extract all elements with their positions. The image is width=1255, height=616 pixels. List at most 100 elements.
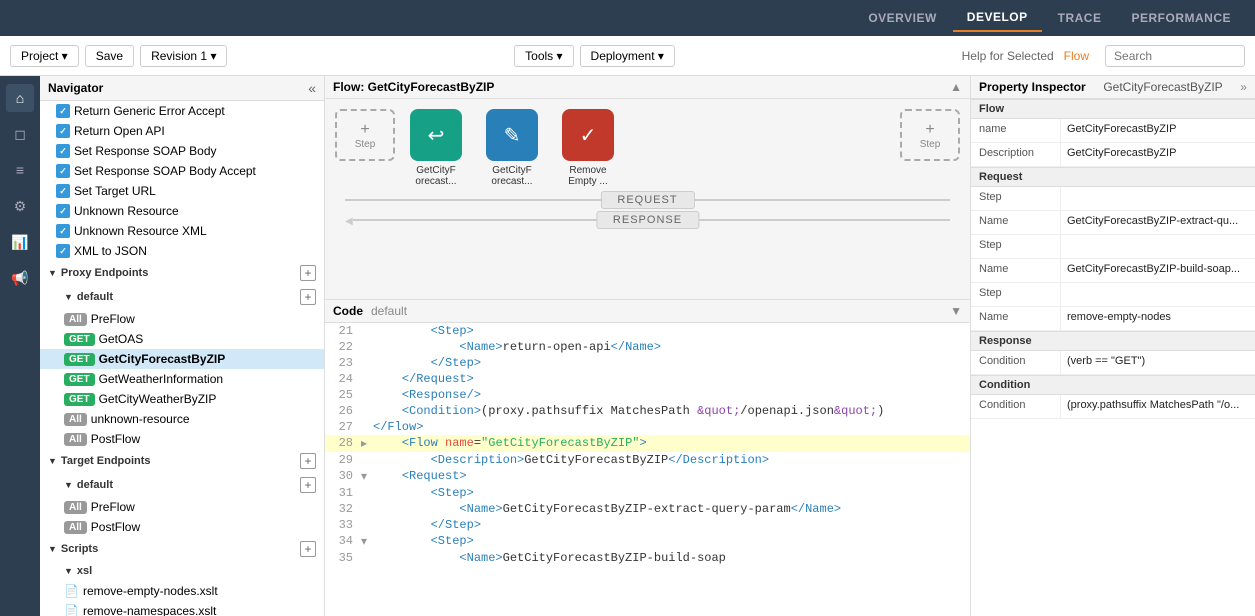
flow-collapse-button[interactable]: ▲ bbox=[950, 80, 962, 94]
toolbar: Project ▾ Save Revision 1 ▾ Tools ▾ Depl… bbox=[0, 36, 1255, 76]
proxy-endpoints-section[interactable]: ▼ Proxy Endpoints + bbox=[40, 261, 324, 285]
navigator-content: ✓ Return Generic Error Accept ✓ Return O… bbox=[40, 101, 324, 616]
nav-item-unknown-resource-xml[interactable]: ✓ Unknown Resource XML bbox=[40, 221, 324, 241]
code-line-28: 28 ▸ <Flow name="GetCityForecastByZIP"> bbox=[325, 435, 970, 452]
badge-getcityforecastbyzip: GET bbox=[64, 353, 95, 366]
property-row-description: Description GetCityForecastByZIP bbox=[971, 143, 1255, 167]
step3-icon[interactable]: ✓ bbox=[562, 109, 614, 161]
request-line-right bbox=[651, 199, 950, 201]
search-input[interactable] bbox=[1105, 45, 1245, 67]
save-button[interactable]: Save bbox=[85, 45, 134, 67]
revision-button[interactable]: Revision 1 ▾ bbox=[140, 45, 227, 67]
step2-label: GetCityForecast... bbox=[491, 165, 532, 187]
nav-item-preflow[interactable]: All PreFlow bbox=[40, 309, 324, 329]
nav-item-set-target-url[interactable]: ✓ Set Target URL bbox=[40, 181, 324, 201]
proxy-default-add-button[interactable]: + bbox=[300, 289, 316, 305]
project-button[interactable]: Project ▾ bbox=[10, 45, 79, 67]
code-collapse-button[interactable]: ▼ bbox=[950, 304, 962, 318]
nav-item-return-open-api[interactable]: ✓ Return Open API bbox=[40, 121, 324, 141]
code-header: Code default ▼ bbox=[325, 300, 970, 323]
step2-icon[interactable]: ✎ bbox=[486, 109, 538, 161]
navigator-panel: Navigator « ✓ Return Generic Error Accep… bbox=[40, 76, 325, 616]
nav-item-getcityforecastbyzip[interactable]: GET GetCityForecastByZIP bbox=[40, 349, 324, 369]
home-icon[interactable]: ⌂ bbox=[6, 84, 34, 112]
announcement-icon[interactable]: 📢 bbox=[6, 264, 34, 292]
code-line-32: 32 <Name>GetCityForecastByZIP-extract-qu… bbox=[325, 501, 970, 517]
code-line-30: 30 ▾ <Request> bbox=[325, 468, 970, 485]
nav-item-remove-namespaces[interactable]: 📄 remove-namespaces.xslt bbox=[40, 601, 324, 616]
code-line-35: 35 <Name>GetCityForecastByZIP-build-soap bbox=[325, 550, 970, 566]
gear-icon[interactable]: ⚙ bbox=[6, 192, 34, 220]
box-icon[interactable]: ◻ bbox=[6, 120, 34, 148]
flow-step-2[interactable]: ✎ GetCityForecast... bbox=[477, 109, 547, 187]
nav-item-set-response-soap-accept[interactable]: ✓ Set Response SOAP Body Accept bbox=[40, 161, 324, 181]
nav-item-xml-to-json[interactable]: ✓ XML to JSON bbox=[40, 241, 324, 261]
property-inspector-panel: Property Inspector GetCityForecastByZIP … bbox=[970, 76, 1255, 616]
add-step-label: Step bbox=[355, 139, 376, 150]
step3-label: RemoveEmpty ... bbox=[568, 165, 607, 187]
badge-target-postflow: All bbox=[64, 521, 87, 534]
flow-link[interactable]: Flow bbox=[1064, 49, 1089, 63]
request-line-left bbox=[345, 199, 644, 201]
code-line-33: 33 </Step> bbox=[325, 517, 970, 533]
nav-icon-unknown-resource: ✓ bbox=[56, 204, 70, 218]
add-step-right[interactable]: + Step bbox=[900, 109, 960, 161]
tab-develop[interactable]: DEVELOP bbox=[953, 4, 1042, 32]
chart-icon[interactable]: 📊 bbox=[6, 228, 34, 256]
nav-item-unknown-resource-nav[interactable]: All unknown-resource bbox=[40, 409, 324, 429]
flow-step-1[interactable]: ↩ GetCityForecast... bbox=[401, 109, 471, 187]
badge-postflow: All bbox=[64, 433, 87, 446]
nav-icon-set-response-soap: ✓ bbox=[56, 144, 70, 158]
nav-item-target-preflow[interactable]: All PreFlow bbox=[40, 497, 324, 517]
nav-item-getcityweatherbyzip[interactable]: GET GetCityWeatherByZIP bbox=[40, 389, 324, 409]
badge-target-preflow: All bbox=[64, 501, 87, 514]
tab-trace[interactable]: TRACE bbox=[1044, 5, 1116, 31]
navigator-title: Navigator bbox=[48, 81, 103, 95]
response-bar: RESPONSE bbox=[345, 213, 950, 227]
main-layout: ⌂ ◻ ≡ ⚙ 📊 📢 Navigator « ✓ Return Generic… bbox=[0, 76, 1255, 616]
layers-icon[interactable]: ≡ bbox=[6, 156, 34, 184]
nav-item-target-postflow[interactable]: All PostFlow bbox=[40, 517, 324, 537]
request-bar: REQUEST bbox=[345, 193, 950, 207]
code-tab1[interactable]: Code bbox=[333, 304, 363, 318]
step1-icon[interactable]: ↩ bbox=[410, 109, 462, 161]
xsl-section[interactable]: ▼ xsl bbox=[40, 561, 324, 581]
target-endpoints-section[interactable]: ▼ Target Endpoints + bbox=[40, 449, 324, 473]
nav-item-set-response-soap[interactable]: ✓ Set Response SOAP Body bbox=[40, 141, 324, 161]
response-label: RESPONSE bbox=[596, 211, 699, 229]
nav-item-getweatherinformation[interactable]: GET GetWeatherInformation bbox=[40, 369, 324, 389]
nav-item-remove-empty-nodes[interactable]: 📄 remove-empty-nodes.xslt bbox=[40, 581, 324, 601]
flow-canvas: + Step ↩ GetCityForecast... ✎ GetCityFor… bbox=[325, 99, 970, 299]
nav-icon-set-target-url: ✓ bbox=[56, 184, 70, 198]
proxy-default-section[interactable]: ▼ default + bbox=[40, 285, 324, 309]
nav-item-postflow[interactable]: All PostFlow bbox=[40, 429, 324, 449]
tools-button[interactable]: Tools ▾ bbox=[514, 45, 573, 67]
tab-overview[interactable]: OVERVIEW bbox=[854, 5, 950, 31]
property-row-step2: Step bbox=[971, 235, 1255, 259]
property-row-response-condition: Condition (verb == "GET") bbox=[971, 351, 1255, 375]
deployment-button[interactable]: Deployment ▾ bbox=[580, 45, 675, 67]
nav-item-getoas[interactable]: GET GetOAS bbox=[40, 329, 324, 349]
response-arrow bbox=[345, 213, 353, 227]
nav-item-unknown-resource[interactable]: ✓ Unknown Resource bbox=[40, 201, 324, 221]
nav-item-return-generic[interactable]: ✓ Return Generic Error Accept bbox=[40, 101, 324, 121]
target-default-add-button[interactable]: + bbox=[300, 477, 316, 493]
tab-performance[interactable]: PERFORMANCE bbox=[1117, 5, 1245, 31]
code-tab2[interactable]: default bbox=[371, 304, 407, 318]
response-section-label: Response bbox=[971, 331, 1255, 351]
scripts-chevron: ▼ bbox=[48, 544, 57, 554]
navigator-collapse-button[interactable]: « bbox=[308, 80, 316, 96]
add-step-left[interactable]: + Step bbox=[335, 109, 395, 161]
flow-step-3[interactable]: ✓ RemoveEmpty ... bbox=[553, 109, 623, 187]
left-sidebar-icons: ⌂ ◻ ≡ ⚙ 📊 📢 bbox=[0, 76, 40, 616]
property-inspector-collapse-button[interactable]: » bbox=[1240, 80, 1247, 94]
help-for-selected-label: Help for Selected bbox=[962, 49, 1054, 63]
target-endpoints-add-button[interactable]: + bbox=[300, 453, 316, 469]
proxy-default-chevron: ▼ bbox=[64, 292, 73, 302]
scripts-section[interactable]: ▼ Scripts + bbox=[40, 537, 324, 561]
center-panel: Flow: GetCityForecastByZIP ▲ + Step ↩ Ge… bbox=[325, 76, 970, 616]
scripts-add-button[interactable]: + bbox=[300, 541, 316, 557]
target-default-section[interactable]: ▼ default + bbox=[40, 473, 324, 497]
property-inspector-title: Property Inspector bbox=[979, 80, 1086, 94]
proxy-endpoints-add-button[interactable]: + bbox=[300, 265, 316, 281]
